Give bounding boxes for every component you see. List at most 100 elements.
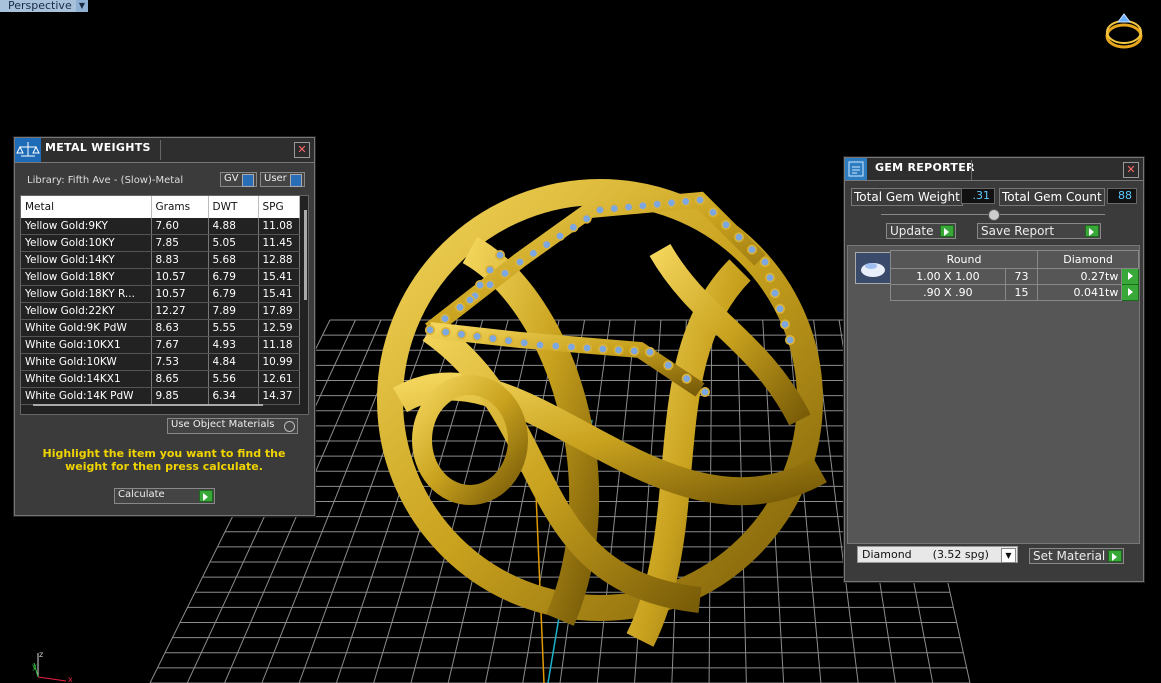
total-gem-weight-label: Total Gem Weight — [851, 188, 963, 206]
scale-icon — [15, 138, 41, 162]
gem-list-area[interactable]: Round Diamond 1.00 X 1.00 73 0.27tw .90 X .… — [847, 245, 1140, 544]
close-icon[interactable]: ✕ — [1123, 162, 1139, 178]
metal-name-cell: White Gold:14KX1 — [21, 370, 152, 388]
instruction-text: Highlight the item you want to find the … — [42, 447, 286, 473]
grams-cell: 7.60 — [151, 218, 209, 235]
set-material-label: Set Material — [1033, 549, 1106, 563]
go-arrow-icon[interactable] — [1121, 268, 1139, 285]
table-row[interactable]: Yellow Gold:22KY 12.27 7.89 17.89 — [21, 302, 300, 320]
total-gem-weight-value: .31 — [961, 188, 995, 204]
dwt-cell: 4.93 — [208, 336, 259, 354]
go-arrow-icon — [1085, 225, 1099, 237]
list-item[interactable]: .90 X .90 15 0.041tw — [890, 284, 1139, 301]
total-gem-count-label: Total Gem Count — [999, 188, 1105, 206]
grams-cell: 8.83 — [151, 251, 209, 269]
metal-name-cell: White Gold:14K PdW — [21, 387, 152, 405]
gem-count-cell: 15 — [1004, 284, 1039, 301]
col-grams[interactable]: Grams — [151, 196, 209, 218]
col-spg[interactable]: SPG — [258, 196, 300, 218]
gv-toggle[interactable]: GV — [220, 172, 257, 187]
material-select[interactable]: Diamond (3.52 spg) ▼ — [857, 546, 1018, 563]
user-toggle[interactable]: User — [260, 172, 305, 187]
ring-model[interactable] — [377, 179, 827, 647]
col-metal[interactable]: Metal — [21, 196, 152, 218]
user-label: User — [264, 173, 287, 184]
diamond-thumbnail[interactable] — [855, 252, 891, 284]
chevron-down-icon[interactable]: ▼ — [1001, 548, 1016, 563]
spg-cell: 11.08 — [258, 218, 300, 235]
dwt-cell: 5.56 — [208, 370, 259, 388]
spg-cell: 15.41 — [258, 285, 300, 303]
spg-cell: 11.18 — [258, 336, 300, 354]
update-button[interactable]: Update — [886, 223, 956, 239]
splitter-knob-icon[interactable] — [988, 209, 1000, 221]
view-cube-ring-icon[interactable] — [1100, 8, 1148, 52]
spg-cell: 12.61 — [258, 370, 300, 388]
table-row[interactable]: White Gold:10KW 7.53 4.84 10.99 — [21, 353, 300, 371]
grams-cell: 7.53 — [151, 353, 209, 371]
table-row[interactable]: Yellow Gold:18KY R... 10.57 6.79 15.41 — [21, 285, 300, 303]
go-arrow-icon — [199, 490, 213, 502]
table-row[interactable]: White Gold:9K PdW 8.63 5.55 12.59 — [21, 319, 300, 337]
dwt-cell: 4.84 — [208, 353, 259, 371]
gem-material-header: Diamond — [1037, 250, 1139, 269]
calculate-button[interactable]: Calculate — [114, 488, 215, 504]
metal-weights-titlebar[interactable]: METAL WEIGHTS ✕ — [15, 138, 314, 163]
metal-table-hscrollbar[interactable] — [33, 404, 263, 406]
material-select-value: Diamond (3.52 spg) — [862, 548, 989, 561]
table-row[interactable]: Yellow Gold:14KY 8.83 5.68 12.88 — [21, 251, 300, 269]
grams-cell: 7.67 — [151, 336, 209, 354]
axis-x-label: x — [68, 675, 73, 683]
metal-weights-panel: METAL WEIGHTS ✕ Library: Fifth Ave - (Sl… — [14, 137, 315, 516]
table-row[interactable]: White Gold:10KX1 7.67 4.93 11.18 — [21, 336, 300, 354]
gem-count-cell: 73 — [1004, 268, 1039, 285]
grams-cell: 8.65 — [151, 370, 209, 388]
table-row[interactable]: White Gold:14K PdW 9.85 6.34 14.37 — [21, 387, 300, 405]
gem-size-cell: .90 X .90 — [890, 284, 1006, 301]
table-row[interactable]: Yellow Gold:10KY 7.85 5.05 11.45 — [21, 234, 300, 252]
view-mode-label[interactable]: Perspective — [0, 0, 79, 12]
metal-table: Metal Grams DWT SPG Yellow Gold:9KY 7.60 4… — [21, 196, 300, 405]
gem-weight-cell: 0.041tw — [1037, 284, 1123, 301]
spg-cell: 17.89 — [258, 302, 300, 320]
metal-name-cell: Yellow Gold:22KY — [21, 302, 152, 320]
list-item[interactable]: 1.00 X 1.00 73 0.27tw — [890, 268, 1139, 285]
table-row[interactable]: Yellow Gold:18KY 10.57 6.79 15.41 — [21, 268, 300, 286]
calculate-label: Calculate — [118, 489, 165, 500]
dwt-cell: 5.55 — [208, 319, 259, 337]
close-icon[interactable]: ✕ — [294, 142, 310, 158]
metal-weights-title: METAL WEIGHTS — [45, 141, 151, 154]
go-arrow-icon[interactable] — [1121, 284, 1139, 301]
dwt-cell: 6.34 — [208, 387, 259, 405]
metal-name-cell: White Gold:10KX1 — [21, 336, 152, 354]
spg-cell: 12.88 — [258, 251, 300, 269]
dwt-cell: 5.05 — [208, 234, 259, 252]
spg-cell: 11.45 — [258, 234, 300, 252]
axis-y-label: y — [32, 662, 37, 671]
gem-report-icon — [845, 158, 867, 180]
gem-reporter-title: GEM REPORTER — [875, 161, 975, 174]
view-mode-dropdown-icon[interactable]: ▼ — [76, 0, 88, 12]
dwt-cell: 5.68 — [208, 251, 259, 269]
gem-reporter-titlebar[interactable]: GEM REPORTER ✕ — [845, 158, 1143, 181]
go-arrow-icon — [940, 225, 954, 237]
gem-size-cell: 1.00 X 1.00 — [890, 268, 1006, 285]
update-label: Update — [890, 224, 934, 238]
dwt-cell: 4.88 — [208, 218, 259, 235]
table-row[interactable]: White Gold:14KX1 8.65 5.56 12.61 — [21, 370, 300, 388]
total-gem-count-value: 88 — [1107, 188, 1137, 204]
col-dwt[interactable]: DWT — [208, 196, 259, 218]
use-object-materials-toggle[interactable]: Use Object Materials — [167, 418, 298, 434]
metal-name-cell: Yellow Gold:10KY — [21, 234, 152, 252]
metal-table-container[interactable]: Metal Grams DWT SPG Yellow Gold:9KY 7.60 4… — [20, 195, 309, 415]
grams-cell: 10.57 — [151, 285, 209, 303]
set-material-button[interactable]: Set Material — [1029, 548, 1124, 564]
save-report-button[interactable]: Save Report — [977, 223, 1101, 239]
metal-table-header: Metal Grams DWT SPG — [21, 196, 300, 218]
spg-cell: 15.41 — [258, 268, 300, 286]
metal-table-vscrollbar[interactable] — [304, 210, 307, 300]
metal-name-cell: Yellow Gold:18KY R... — [21, 285, 152, 303]
table-row[interactable]: Yellow Gold:9KY 7.60 4.88 11.08 — [21, 218, 300, 235]
axis-gizmo: z y x — [32, 650, 73, 683]
gv-label: GV — [224, 173, 239, 184]
